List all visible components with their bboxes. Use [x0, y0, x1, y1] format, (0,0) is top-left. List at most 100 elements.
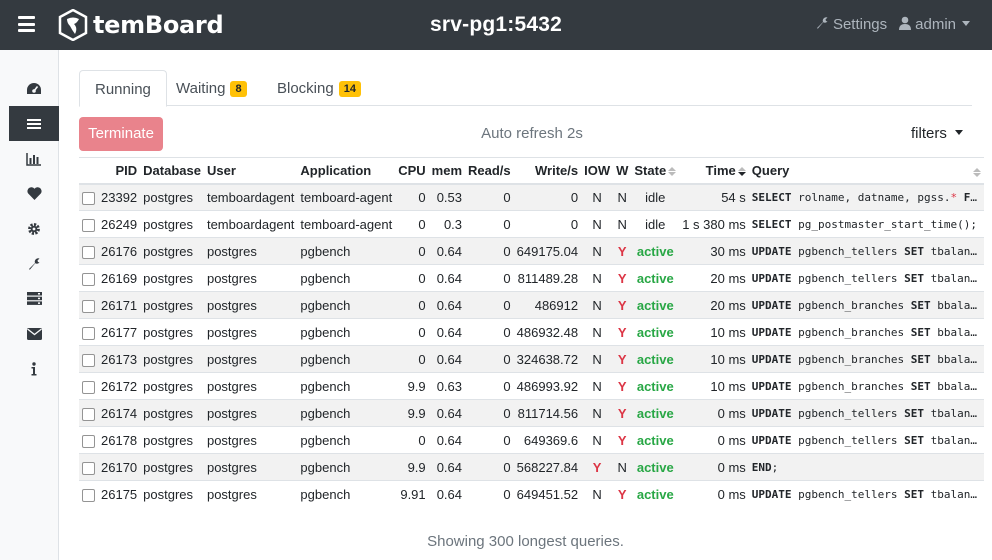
- row-checkbox[interactable]: [82, 272, 95, 286]
- cpu-cell: 0: [395, 210, 429, 238]
- column-header-mem[interactable]: mem: [428, 157, 466, 185]
- server-icon[interactable]: [9, 281, 59, 316]
- row-checkbox[interactable]: [82, 380, 95, 394]
- query-keyword: SET: [904, 433, 924, 447]
- pid-cell: 26172: [98, 372, 141, 400]
- tab-running[interactable]: Running: [79, 70, 167, 107]
- query-text[interactable]: UPDATE pgbench_branches SET bbalanc…: [752, 380, 981, 393]
- table-row[interactable]: 26176 postgres postgres pgbench 0 0.64 0 649175…: [79, 237, 984, 265]
- pid-cell: 26175: [98, 480, 141, 508]
- query-text[interactable]: UPDATE pgbench_tellers SET tbalance…: [752, 434, 981, 447]
- table-row[interactable]: 26174 postgres postgres pgbench 9.9 0.64 0 8117…: [79, 399, 984, 427]
- row-checkbox[interactable]: [82, 461, 95, 475]
- write-rate-cell: 649451.52: [513, 480, 582, 508]
- table-row[interactable]: 26172 postgres postgres pgbench 9.9 0.63 0 4869…: [79, 372, 984, 400]
- database: postgres: [143, 378, 194, 394]
- row-checkbox[interactable]: [82, 326, 95, 340]
- state: active: [636, 324, 674, 340]
- query-keyword: UPDATE: [751, 244, 792, 258]
- mem: 0.64: [436, 351, 463, 367]
- state-cell: active: [631, 237, 680, 265]
- column-header-cpu[interactable]: CPU: [395, 157, 429, 185]
- row-select-cell: [79, 318, 98, 346]
- tab-blocking[interactable]: Blocking 14: [262, 70, 376, 107]
- waiting-cell: Y: [613, 426, 632, 454]
- database-cell: postgres: [140, 291, 204, 319]
- query-text[interactable]: UPDATE pgbench_tellers SET tbalance…: [752, 245, 981, 258]
- query-text[interactable]: SELECT pg_postmaster_start_time();: [752, 218, 981, 231]
- waiting: Y: [617, 432, 627, 448]
- query-keyword: SET: [910, 325, 931, 339]
- query-text[interactable]: UPDATE pgbench_tellers SET tbalance…: [752, 272, 981, 285]
- query-text[interactable]: SELECT rolname, datname, pgss.* FRO…: [752, 191, 981, 204]
- cpu: 0: [418, 324, 426, 340]
- user: postgres: [206, 405, 257, 421]
- table-row[interactable]: 26175 postgres postgres pgbench 9.91 0.64 0 649…: [79, 480, 984, 508]
- wrench-icon[interactable]: [9, 246, 59, 281]
- row-checkbox[interactable]: [82, 353, 95, 367]
- table-row[interactable]: 26171 postgres postgres pgbench 0 0.64 0 486912…: [79, 291, 984, 319]
- table-row[interactable]: 26249 postgres temboardagent temboard-agent…: [79, 210, 984, 238]
- mem-cell: 0.64: [428, 345, 466, 373]
- tab-waiting[interactable]: Waiting 8: [161, 70, 262, 107]
- column-header-write[interactable]: Write/s: [513, 157, 582, 185]
- table-row[interactable]: 26169 postgres postgres pgbench 0 0.64 0 811489…: [79, 264, 984, 292]
- brand-logo[interactable]: temBoard: [58, 8, 224, 42]
- table-row[interactable]: 23392 postgres temboardagent temboard-agent…: [79, 183, 984, 211]
- table-row[interactable]: 26173 postgres postgres pgbench 0 0.64 0 324638…: [79, 345, 984, 373]
- read-rate: 0: [503, 378, 511, 394]
- user-menu[interactable]: admin: [899, 16, 970, 34]
- pid-cell: 26177: [98, 318, 141, 346]
- application-cell: pgbench: [297, 318, 396, 346]
- column-header-pid[interactable]: PID: [98, 157, 141, 185]
- column-header-read[interactable]: Read/s: [465, 157, 514, 185]
- database: postgres: [143, 432, 194, 448]
- query-text[interactable]: UPDATE pgbench_tellers SET tbalance…: [752, 407, 981, 420]
- list-icon[interactable]: [9, 106, 59, 141]
- row-checkbox[interactable]: [82, 191, 95, 205]
- column-header-time[interactable]: Time: [679, 157, 749, 185]
- row-checkbox[interactable]: [82, 434, 95, 448]
- settings-link[interactable]: Settings: [815, 16, 887, 34]
- query-text[interactable]: UPDATE pgbench_branches SET bbalanc…: [752, 353, 981, 366]
- column-header-database[interactable]: Database: [140, 157, 204, 185]
- filters-dropdown[interactable]: filters: [911, 125, 963, 142]
- cog-icon[interactable]: [9, 211, 59, 246]
- heart-icon[interactable]: [9, 176, 59, 211]
- column-header-user[interactable]: User: [203, 157, 298, 185]
- duration-cell: 0 ms: [679, 480, 749, 508]
- application: pgbench: [300, 351, 351, 367]
- query-text[interactable]: UPDATE pgbench_branches SET bbalanc…: [752, 299, 981, 312]
- column-header-state[interactable]: State: [631, 157, 680, 185]
- query-text[interactable]: UPDATE pgbench_branches SET bbalanc…: [752, 326, 981, 339]
- state-cell: active: [631, 318, 680, 346]
- row-checkbox[interactable]: [82, 218, 95, 232]
- envelope-icon[interactable]: [9, 316, 59, 351]
- table-row[interactable]: 26178 postgres postgres pgbench 0 0.64 0 649369…: [79, 426, 984, 454]
- terminate-button[interactable]: Terminate: [79, 117, 163, 151]
- table-row[interactable]: 26170 postgres postgres pgbench 9.9 0.64 0 5682…: [79, 453, 984, 481]
- dashboard-icon[interactable]: [9, 71, 59, 106]
- duration: 54 s: [721, 189, 746, 205]
- column-header-iow[interactable]: IOW: [581, 157, 614, 185]
- row-checkbox[interactable]: [82, 488, 95, 502]
- column-header-query[interactable]: Query: [748, 157, 984, 185]
- mem-cell: 0.64: [428, 453, 466, 481]
- info-icon[interactable]: [9, 351, 59, 386]
- io-wait-cell: N: [581, 480, 614, 508]
- query-keyword: SELECT: [751, 190, 792, 204]
- row-checkbox[interactable]: [82, 245, 95, 259]
- column-header-w[interactable]: W: [613, 157, 632, 185]
- duration-cell: 1 s 380 ms: [679, 210, 749, 238]
- query-text[interactable]: END;: [752, 461, 981, 474]
- cpu: 9.9: [407, 378, 426, 394]
- query-text[interactable]: UPDATE pgbench_tellers SET tbalance…: [752, 488, 981, 501]
- top-navbar: temBoard srv-pg1:5432 Settings admin: [0, 0, 992, 50]
- table-row[interactable]: 26177 postgres postgres pgbench 0 0.64 0 486932…: [79, 318, 984, 346]
- column-header-application[interactable]: Application: [297, 157, 396, 185]
- bar-chart-icon[interactable]: [9, 141, 59, 176]
- application-cell: temboard-agent: [297, 210, 396, 238]
- hamburger-menu-icon[interactable]: [18, 16, 35, 32]
- row-checkbox[interactable]: [82, 407, 95, 421]
- row-checkbox[interactable]: [82, 299, 95, 313]
